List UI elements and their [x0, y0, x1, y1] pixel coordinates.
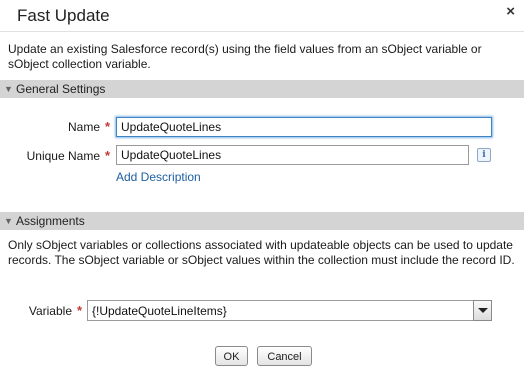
required-marker: *	[77, 303, 83, 318]
dialog-title: Fast Update	[17, 6, 110, 25]
cancel-button[interactable]: Cancel	[257, 346, 312, 366]
fast-update-dialog: Fast Update × Update an existing Salesfo…	[0, 0, 524, 373]
triangle-down-icon: ▼	[4, 84, 13, 94]
triangle-down-icon: ▼	[4, 216, 13, 226]
variable-combobox-input[interactable]	[87, 300, 474, 321]
unique-name-input[interactable]	[116, 145, 469, 165]
close-icon[interactable]: ×	[506, 3, 515, 20]
name-label: Name	[67, 120, 100, 134]
name-input[interactable]	[116, 117, 492, 137]
required-marker: *	[105, 148, 111, 163]
dialog-description: Update an existing Salesforce record(s) …	[8, 42, 482, 71]
unique-name-label: Unique Name	[26, 149, 100, 163]
add-description-link[interactable]: Add Description	[116, 170, 201, 184]
ok-button[interactable]: OK	[215, 346, 248, 366]
section-title: General Settings	[16, 82, 106, 96]
title-bar: Fast Update ×	[0, 0, 524, 32]
info-icon[interactable]: i	[477, 148, 491, 162]
section-title: Assignments	[16, 214, 85, 228]
variable-label: Variable	[28, 304, 72, 318]
required-marker: *	[105, 119, 111, 134]
section-header-general-settings[interactable]: ▼ General Settings	[0, 80, 524, 98]
section-header-assignments[interactable]: ▼ Assignments	[0, 212, 524, 230]
chevron-down-icon	[478, 308, 488, 313]
assignments-description: Only sObject variables or collections as…	[8, 238, 515, 267]
variable-dropdown-button[interactable]	[473, 300, 492, 321]
